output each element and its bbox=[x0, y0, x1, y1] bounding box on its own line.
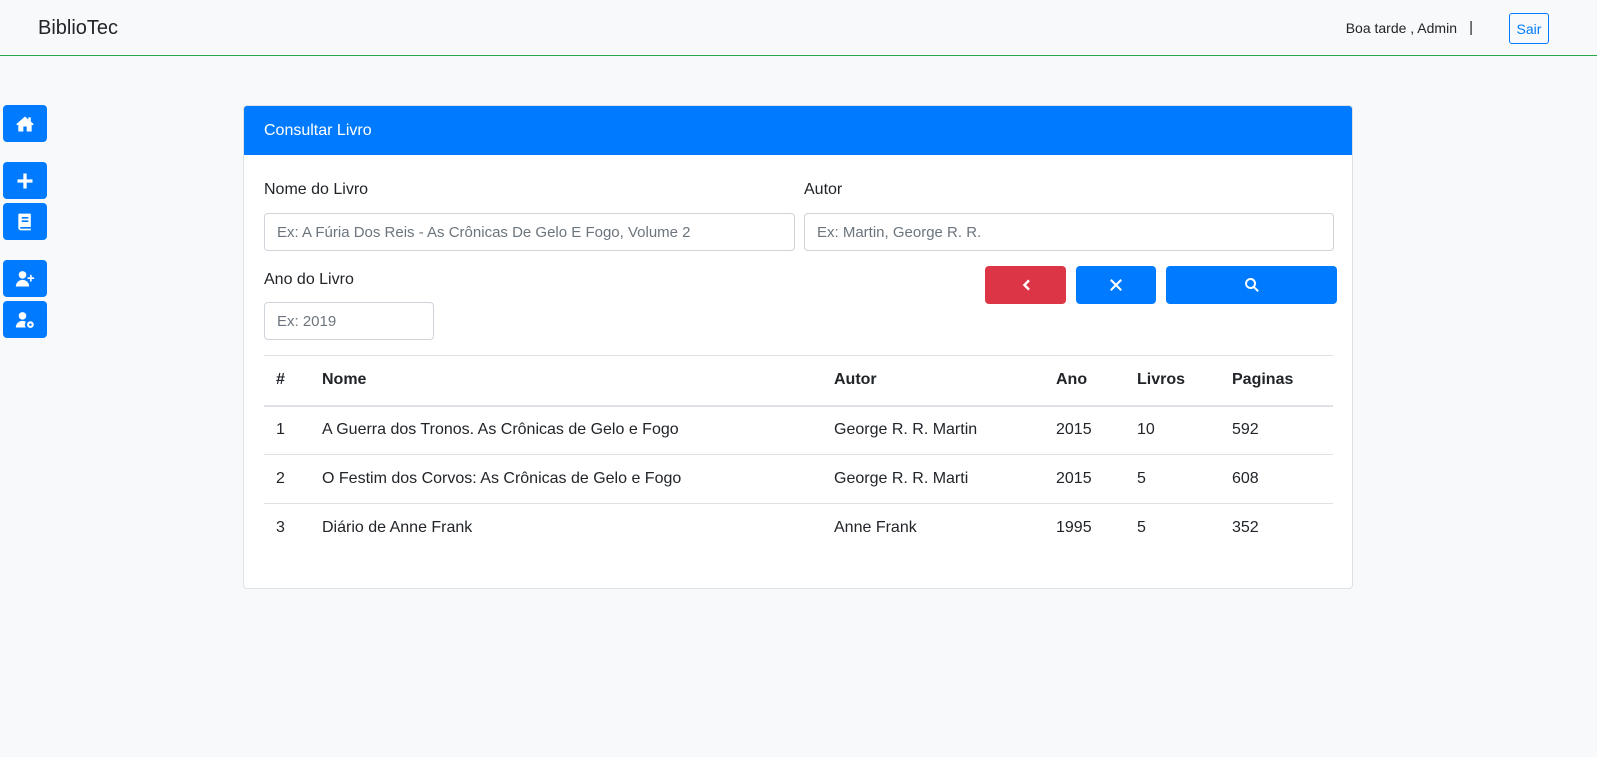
author-label: Autor bbox=[804, 181, 843, 198]
clear-button[interactable] bbox=[1076, 266, 1156, 304]
cell-pages: 608 bbox=[1220, 454, 1333, 504]
greeting-text: Boa tarde , Admin bbox=[1345, 20, 1457, 36]
column-header-name: Nome bbox=[310, 355, 822, 407]
cell-year: 1995 bbox=[1056, 519, 1092, 537]
cell-number: 2 bbox=[264, 454, 310, 504]
card-title: Consultar Livro bbox=[264, 121, 372, 139]
sidebar-item-manage-users[interactable] bbox=[3, 301, 47, 338]
cell-author: Anne Frank bbox=[834, 519, 917, 537]
logout-button[interactable]: Sair bbox=[1509, 13, 1549, 44]
table-header-row: # Nome Autor Ano Livros Paginas bbox=[264, 355, 1333, 407]
cell-author: George R. R. Martin bbox=[822, 405, 1044, 455]
book-year-input[interactable] bbox=[264, 302, 434, 340]
book-name-label: Nome do Livro bbox=[264, 181, 369, 198]
plus-icon bbox=[17, 173, 33, 188]
books-table: # Nome Autor Ano Livros Paginas 1 A Guer… bbox=[264, 355, 1333, 553]
search-book-card: Consultar Livro Nome do Livro Autor Ano … bbox=[243, 105, 1353, 589]
book-year-label: Ano do Livro bbox=[264, 271, 354, 288]
chevron-left-icon bbox=[1022, 279, 1030, 291]
header-separator: | bbox=[1469, 19, 1473, 36]
cell-year: 2015 bbox=[1044, 454, 1125, 504]
cell-books: 5 bbox=[1137, 519, 1146, 537]
navbar: BiblioTec Boa tarde , Admin | Sair bbox=[0, 0, 1597, 56]
cell-books: 5 bbox=[1125, 454, 1220, 504]
search-button[interactable] bbox=[1166, 266, 1337, 304]
brand-title[interactable]: BiblioTec bbox=[38, 17, 118, 40]
sidebar-item-books[interactable] bbox=[3, 203, 47, 240]
back-button[interactable] bbox=[985, 266, 1066, 304]
user-plus-icon bbox=[15, 270, 35, 286]
sidebar-item-add-user[interactable] bbox=[3, 260, 47, 297]
cell-name: Diário de Anne Frank bbox=[322, 519, 473, 537]
cell-name: O Festim dos Corvos: As Crônicas de Gelo… bbox=[310, 454, 822, 504]
column-header-year: Ano bbox=[1044, 355, 1125, 407]
column-header-author: Autor bbox=[822, 355, 1044, 407]
search-icon bbox=[1244, 277, 1259, 292]
cell-pages: 352 bbox=[1232, 519, 1259, 537]
cell-name: A Guerra dos Tronos. As Crônicas de Gelo… bbox=[310, 405, 822, 455]
table-row: 3 Diário de Anne Frank Anne Frank 1995 5… bbox=[264, 504, 1333, 553]
sidebar-item-home[interactable] bbox=[3, 105, 47, 142]
cell-books: 10 bbox=[1125, 405, 1220, 455]
cell-author: George R. R. Marti bbox=[822, 454, 1044, 504]
author-input[interactable] bbox=[804, 213, 1334, 251]
card-header: Consultar Livro bbox=[244, 106, 1352, 155]
close-icon bbox=[1110, 279, 1122, 291]
book-name-input[interactable] bbox=[264, 213, 795, 251]
table-row: 1 A Guerra dos Tronos. As Crônicas de Ge… bbox=[264, 405, 1333, 455]
cell-number: 3 bbox=[276, 519, 285, 537]
cell-pages: 592 bbox=[1220, 405, 1333, 455]
cell-year: 2015 bbox=[1044, 405, 1125, 455]
user-gear-icon bbox=[15, 311, 34, 328]
column-header-pages: Paginas bbox=[1220, 355, 1333, 407]
book-icon bbox=[18, 213, 31, 230]
sidebar-item-add[interactable] bbox=[3, 162, 47, 199]
table-row: 2 O Festim dos Corvos: As Crônicas de Ge… bbox=[264, 454, 1333, 504]
column-header-number: # bbox=[264, 355, 310, 407]
home-icon bbox=[16, 116, 34, 131]
column-header-books: Livros bbox=[1125, 355, 1220, 407]
cell-number: 1 bbox=[264, 405, 310, 455]
